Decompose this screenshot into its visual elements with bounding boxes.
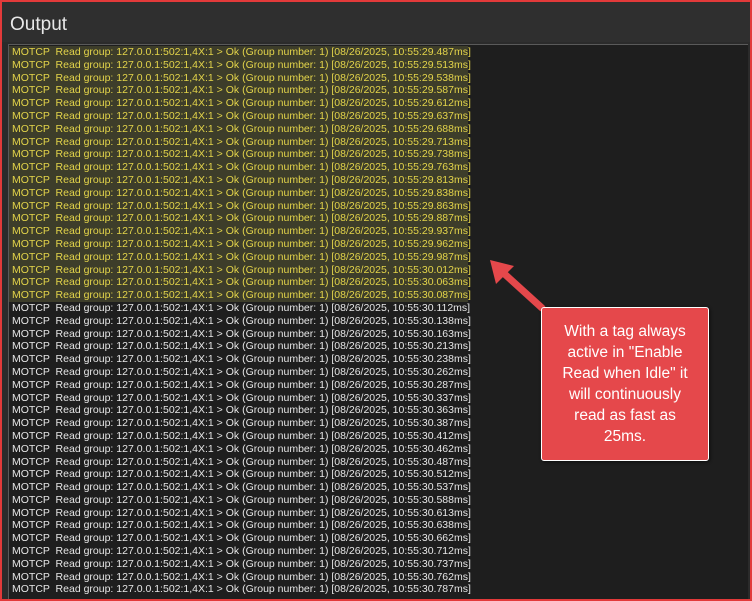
vertical-scrollbar[interactable] — [748, 44, 752, 599]
log-line-highlighted: MOTCP Read group: 127.0.0.1:502:1,4X:1 >… — [9, 135, 471, 149]
log-line: MOTCP Read group: 127.0.0.1:502:1,4X:1 >… — [12, 327, 471, 340]
log-line: MOTCP Read group: 127.0.0.1:502:1,4X:1 >… — [12, 404, 471, 417]
log-line: MOTCP Read group: 127.0.0.1:502:1,4X:1 >… — [12, 583, 471, 596]
log-line-highlighted: MOTCP Read group: 127.0.0.1:502:1,4X:1 >… — [9, 186, 471, 200]
output-panel-header: Output — [2, 2, 750, 42]
log-line-highlighted: MOTCP Read group: 127.0.0.1:502:1,4X:1 >… — [9, 161, 471, 174]
log-line-highlighted: MOTCP Read group: 127.0.0.1:502:1,4X:1 >… — [9, 212, 471, 226]
panel-title: Output — [10, 14, 68, 35]
log-line: MOTCP Read group: 127.0.0.1:502:1,4X:1 >… — [12, 468, 471, 481]
log-line-highlighted: MOTCP Read group: 127.0.0.1:502:1,4X:1 >… — [9, 237, 471, 251]
log-lines: MOTCP Read group: 127.0.0.1:502:1,4X:1 >… — [9, 46, 471, 596]
log-line: MOTCP Read group: 127.0.0.1:502:1,4X:1 >… — [12, 455, 471, 468]
log-line-highlighted: MOTCP Read group: 127.0.0.1:502:1,4X:1 >… — [9, 97, 471, 110]
log-line-highlighted: MOTCP Read group: 127.0.0.1:502:1,4X:1 >… — [9, 263, 471, 277]
log-line: MOTCP Read group: 127.0.0.1:502:1,4X:1 >… — [12, 301, 471, 314]
log-line-highlighted: MOTCP Read group: 127.0.0.1:502:1,4X:1 >… — [9, 289, 471, 302]
log-line: MOTCP Read group: 127.0.0.1:502:1,4X:1 >… — [12, 417, 471, 430]
log-line: MOTCP Read group: 127.0.0.1:502:1,4X:1 >… — [12, 353, 471, 366]
callout-text: With a tag always active in "Enable Read… — [562, 323, 688, 445]
log-line-highlighted: MOTCP Read group: 127.0.0.1:502:1,4X:1 >… — [9, 46, 471, 59]
log-line: MOTCP Read group: 127.0.0.1:502:1,4X:1 >… — [12, 493, 471, 506]
log-line: MOTCP Read group: 127.0.0.1:502:1,4X:1 >… — [12, 340, 471, 353]
log-line-highlighted: MOTCP Read group: 127.0.0.1:502:1,4X:1 >… — [9, 71, 471, 85]
log-line: MOTCP Read group: 127.0.0.1:502:1,4X:1 >… — [12, 481, 471, 494]
log-line: MOTCP Read group: 127.0.0.1:502:1,4X:1 >… — [12, 442, 471, 455]
log-line: MOTCP Read group: 127.0.0.1:502:1,4X:1 >… — [12, 365, 471, 378]
log-line-highlighted: MOTCP Read group: 127.0.0.1:502:1,4X:1 >… — [9, 148, 471, 162]
log-line-highlighted: MOTCP Read group: 127.0.0.1:502:1,4X:1 >… — [9, 84, 471, 98]
log-line-highlighted: MOTCP Read group: 127.0.0.1:502:1,4X:1 >… — [9, 58, 471, 72]
log-line: MOTCP Read group: 127.0.0.1:502:1,4X:1 >… — [12, 557, 471, 570]
log-line-highlighted: MOTCP Read group: 127.0.0.1:502:1,4X:1 >… — [9, 199, 471, 213]
log-line: MOTCP Read group: 127.0.0.1:502:1,4X:1 >… — [12, 519, 471, 532]
log-line-highlighted: MOTCP Read group: 127.0.0.1:502:1,4X:1 >… — [9, 276, 471, 290]
log-line: MOTCP Read group: 127.0.0.1:502:1,4X:1 >… — [12, 391, 471, 404]
log-line: MOTCP Read group: 127.0.0.1:502:1,4X:1 >… — [12, 570, 471, 583]
log-line: MOTCP Read group: 127.0.0.1:502:1,4X:1 >… — [12, 506, 471, 519]
log-line-highlighted: MOTCP Read group: 127.0.0.1:502:1,4X:1 >… — [9, 173, 471, 187]
log-line-highlighted: MOTCP Read group: 127.0.0.1:502:1,4X:1 >… — [9, 225, 471, 238]
log-line: MOTCP Read group: 127.0.0.1:502:1,4X:1 >… — [12, 545, 471, 558]
log-line-highlighted: MOTCP Read group: 127.0.0.1:502:1,4X:1 >… — [9, 122, 471, 136]
annotation-callout: With a tag always active in "Enable Read… — [541, 307, 709, 461]
log-line-highlighted: MOTCP Read group: 127.0.0.1:502:1,4X:1 >… — [9, 109, 471, 123]
log-line: MOTCP Read group: 127.0.0.1:502:1,4X:1 >… — [12, 532, 471, 545]
log-line: MOTCP Read group: 127.0.0.1:502:1,4X:1 >… — [12, 378, 471, 391]
log-line-highlighted: MOTCP Read group: 127.0.0.1:502:1,4X:1 >… — [9, 250, 471, 264]
log-line: MOTCP Read group: 127.0.0.1:502:1,4X:1 >… — [12, 429, 471, 442]
log-line: MOTCP Read group: 127.0.0.1:502:1,4X:1 >… — [12, 314, 471, 327]
